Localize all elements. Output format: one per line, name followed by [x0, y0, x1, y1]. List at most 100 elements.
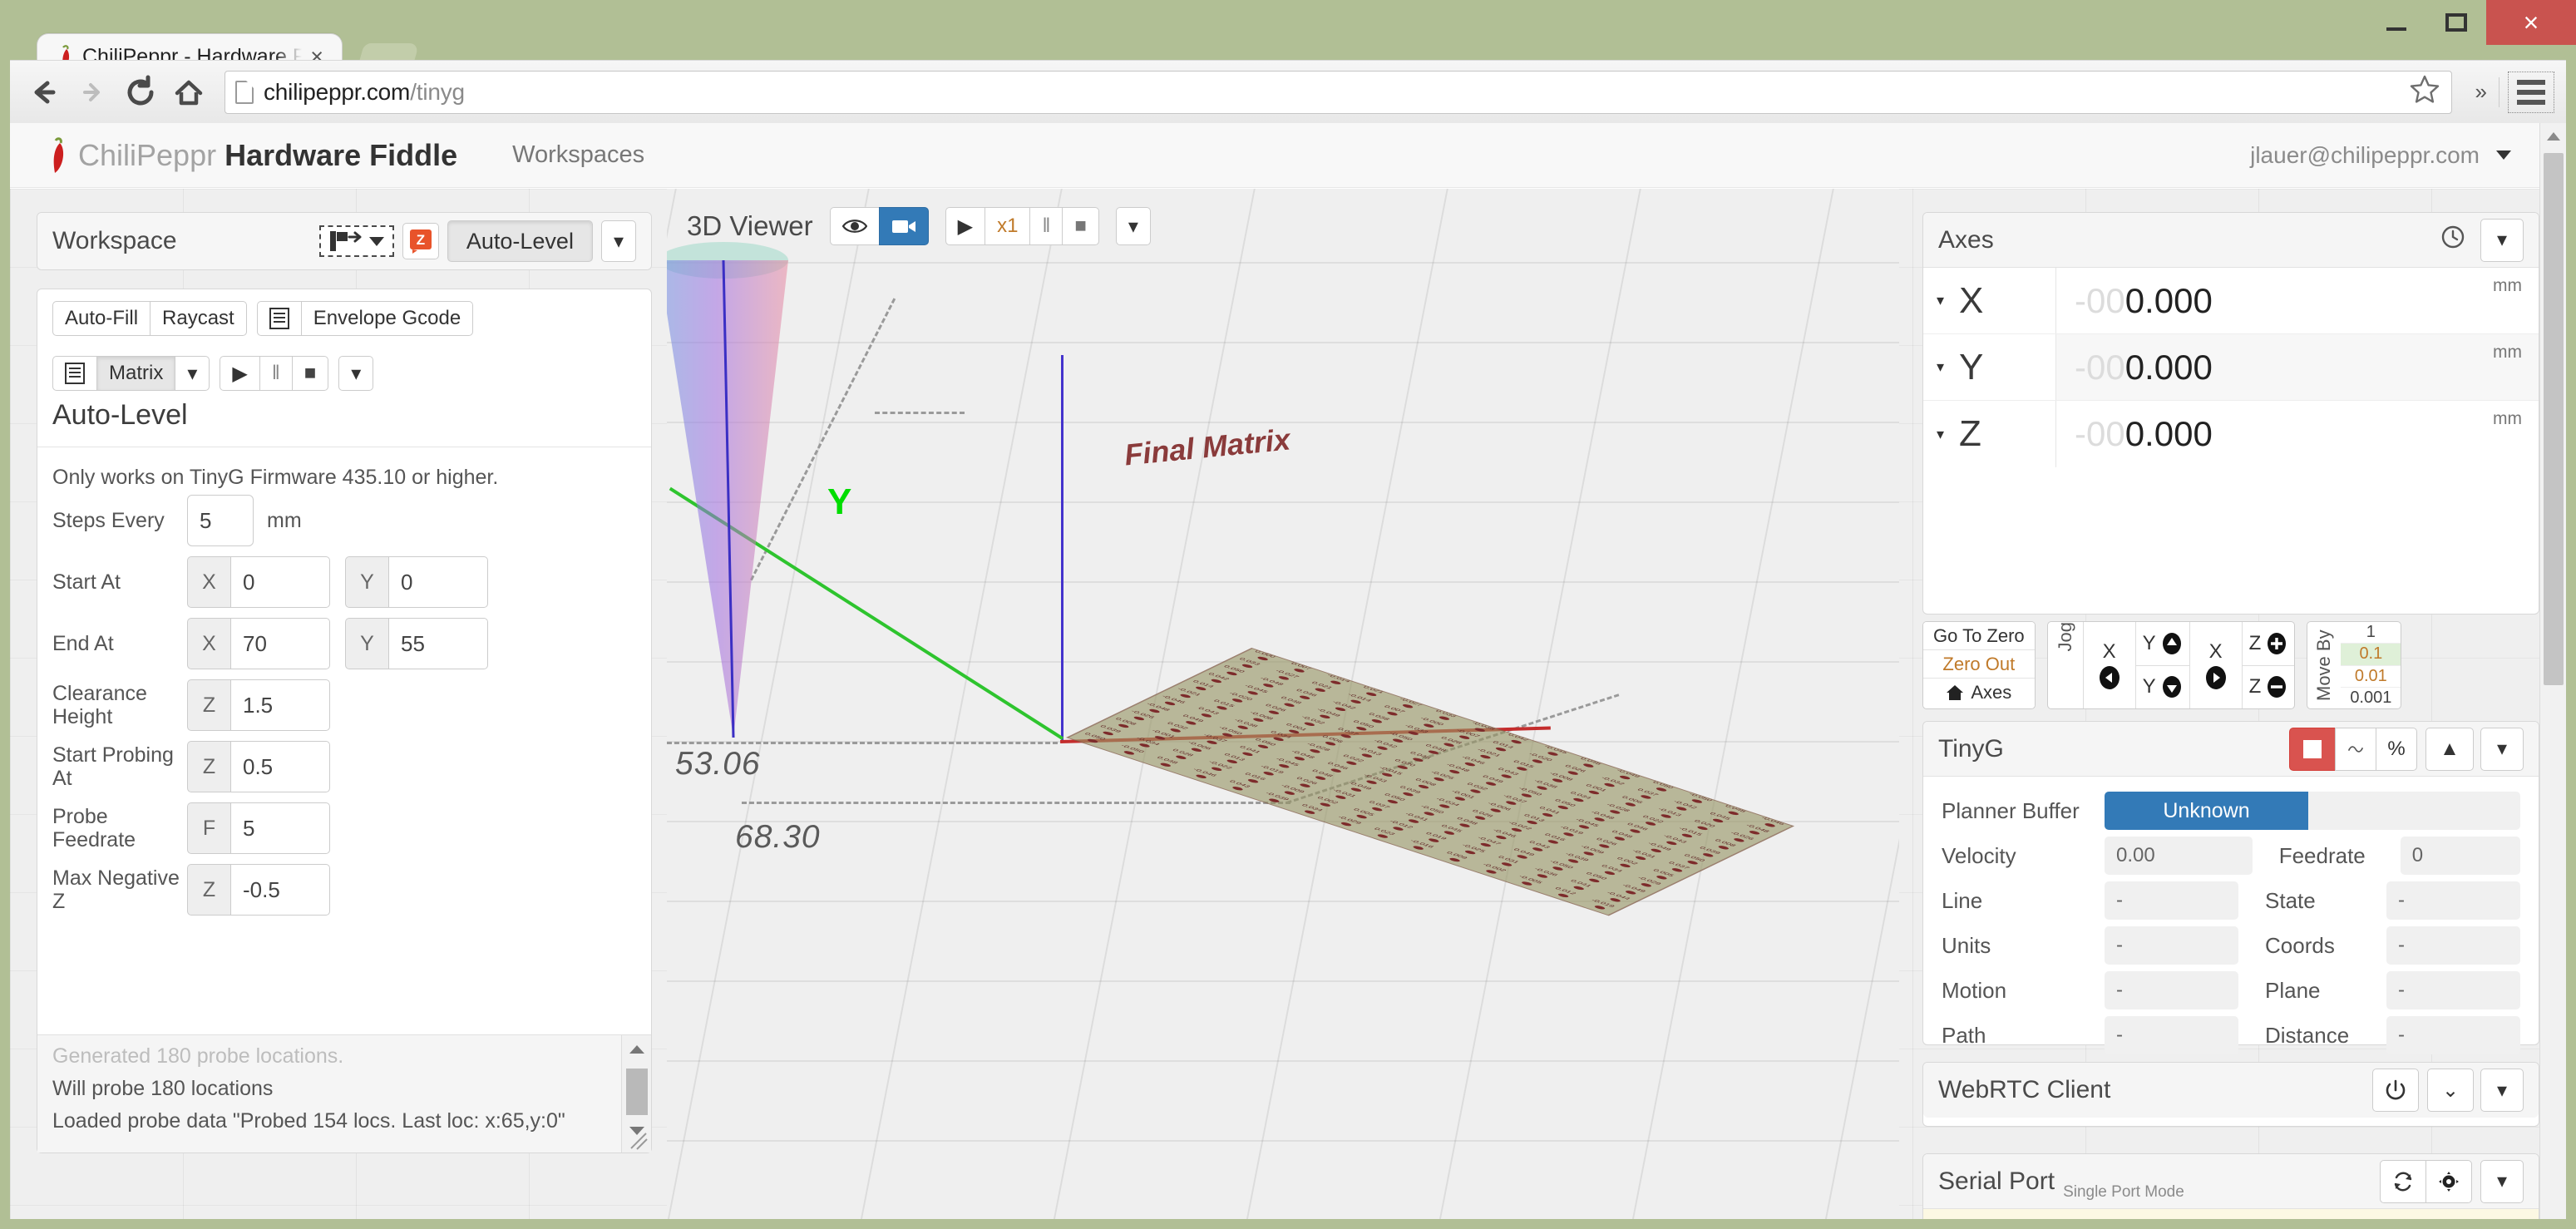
3d-viewer-canvas[interactable]: Y 0.000 0.007 -0.014 0.021 -0.027 0.033 -0.038…: [667, 189, 1899, 1219]
jog-x-plus-col: X: [2190, 622, 2243, 708]
autolevel-options-caret[interactable]: ▾: [338, 356, 374, 391]
autolevel-log-panel[interactable]: Generated 180 probe locations. Will prob…: [37, 1034, 651, 1152]
browser-menu-button[interactable]: [2508, 71, 2554, 113]
autolevel-log-scrollbar[interactable]: [621, 1035, 651, 1152]
workspace-current-button[interactable]: Auto-Level: [447, 220, 593, 262]
serial-settings-button[interactable]: [2425, 1159, 2472, 1203]
jog-y-minus-button[interactable]: Y: [2136, 666, 2189, 709]
axes-options-caret[interactable]: ▾: [2480, 218, 2524, 262]
tinyg-resume-button[interactable]: [2335, 727, 2376, 771]
toolbar-divider: [2499, 77, 2500, 107]
axis-z-name-cell[interactable]: ▾ Z: [1923, 401, 2056, 467]
serial-options-caret[interactable]: ▾: [2480, 1159, 2524, 1203]
jog-controls: Go To Zero Zero Out Axes Jog X Y Y X Z Z…: [1922, 621, 2539, 709]
envelope-gcode-button[interactable]: Envelope Gcode: [300, 301, 474, 336]
autolevel-toolbar: Auto-Fill Raycast Envelope Gcode Matrix …: [37, 289, 651, 391]
axis-x-name-cell[interactable]: ▾ X: [1923, 268, 2056, 333]
jog-z-minus-button[interactable]: Z: [2243, 666, 2295, 709]
scrollbar-thumb[interactable]: [626, 1069, 648, 1115]
jog-x-minus-button[interactable]: X: [2084, 622, 2135, 708]
page-scrollbar[interactable]: [2539, 123, 2566, 1219]
planner-buffer-label: Planner Buffer: [1942, 797, 2080, 823]
start-probing-at-input[interactable]: [230, 741, 330, 792]
tinyg-emergency-stop-button[interactable]: [2289, 727, 2336, 771]
webrtc-options-caret[interactable]: ▾: [2480, 1069, 2524, 1112]
auto-fill-button[interactable]: Auto-Fill: [52, 301, 151, 336]
forward-button[interactable]: [70, 70, 115, 115]
jog-z-plus-button[interactable]: Z: [2242, 622, 2295, 666]
tinyg-options-caret[interactable]: ▾: [2480, 727, 2524, 771]
move-by-option-0-001[interactable]: 0.001: [2341, 688, 2401, 708]
end-at-y-input[interactable]: [388, 618, 488, 669]
webrtc-collapse-button[interactable]: ⌄: [2427, 1069, 2474, 1112]
resize-handle-icon[interactable]: [628, 1130, 649, 1152]
jog-y-plus-button[interactable]: Y: [2135, 622, 2189, 666]
back-button[interactable]: [22, 70, 67, 115]
axis-y-name-cell[interactable]: ▾ Y: [1923, 334, 2056, 400]
chevron-down-icon[interactable]: ▾: [1937, 358, 1944, 376]
camera-toggle-button[interactable]: [878, 207, 929, 245]
home-axes-button[interactable]: Axes: [1923, 679, 2035, 707]
matrix-list-button[interactable]: [52, 356, 97, 391]
nav-item-workspaces[interactable]: Workspaces: [512, 141, 644, 169]
move-by-option-1[interactable]: 1: [2341, 622, 2401, 644]
page-scroll-up-button[interactable]: [2540, 123, 2566, 150]
home-button[interactable]: [166, 70, 211, 115]
steps-every-input[interactable]: [187, 495, 254, 546]
end-at-x-input[interactable]: [230, 618, 330, 669]
video-camera-icon: [891, 220, 915, 233]
serial-refresh-button[interactable]: [2380, 1159, 2426, 1203]
go-to-zero-button[interactable]: Go To Zero: [1923, 622, 2035, 650]
autolevel-stop-button[interactable]: ■: [291, 356, 329, 391]
matrix-button[interactable]: Matrix: [96, 356, 176, 391]
move-by-option-0-1[interactable]: 0.1: [2341, 644, 2401, 666]
envelope-list-button[interactable]: [256, 301, 302, 336]
raycast-button[interactable]: Raycast: [150, 301, 247, 336]
move-by-option-0-01[interactable]: 0.01: [2341, 666, 2401, 688]
matrix-caret-button[interactable]: ▾: [175, 356, 210, 391]
tinyg-collapse-button[interactable]: ▲: [2425, 727, 2474, 771]
tinyg-percent-button[interactable]: %: [2376, 727, 2417, 771]
list-icon: [269, 308, 289, 329]
workspace-export-button[interactable]: [318, 225, 394, 257]
toolbar-overflow-button[interactable]: »: [2464, 79, 2499, 105]
viewer-playback-group: ▶ x1 ‖ ■: [945, 207, 1099, 245]
tinyg-status-row: Line - State -: [1923, 878, 2539, 923]
clearance-height-input[interactable]: [230, 679, 330, 731]
jog-x-plus-button[interactable]: X: [2190, 622, 2242, 708]
page-document-icon: [235, 80, 254, 104]
probe-feedrate-input[interactable]: [230, 802, 330, 854]
browser-window: × ChiliPeppr - Hardware Fid × chilipeppr…: [0, 0, 2576, 1229]
viewer-pause-button[interactable]: ‖: [1029, 207, 1063, 245]
zero-out-button[interactable]: Zero Out: [1923, 650, 2035, 679]
app-brand[interactable]: ChiliPeppr Hardware Fiddle: [45, 136, 457, 174]
chevron-down-icon[interactable]: ▾: [1937, 426, 1944, 443]
autolevel-pause-button[interactable]: ‖: [259, 356, 293, 391]
page-scrollbar-thumb[interactable]: [2544, 153, 2564, 685]
workspace-caret-button[interactable]: ▾: [600, 220, 636, 262]
autolevel-play-button[interactable]: ▶: [220, 356, 260, 391]
eye-toggle-button[interactable]: [829, 207, 880, 245]
user-menu[interactable]: jlauer@chilipeppr.com: [2250, 142, 2511, 169]
webrtc-power-button[interactable]: [2372, 1069, 2419, 1112]
axis-x-value-cell[interactable]: -00 0.000 mm: [2056, 268, 2539, 333]
max-negative-z-input[interactable]: [230, 864, 330, 916]
zip-download-button[interactable]: Z: [402, 223, 439, 259]
viewer-stop-button[interactable]: ■: [1062, 207, 1099, 245]
start-at-y-input[interactable]: [388, 556, 488, 608]
viewer-play-button[interactable]: ▶: [945, 207, 986, 245]
start-at-x-input[interactable]: [230, 556, 330, 608]
axes-history-button[interactable]: [2440, 225, 2465, 255]
viewer-speed-button[interactable]: x1: [985, 207, 1031, 245]
scroll-up-button[interactable]: [622, 1035, 651, 1064]
viewer-options-caret[interactable]: ▾: [1115, 207, 1151, 245]
kv-label: Feedrate: [2278, 842, 2366, 868]
reload-button[interactable]: [118, 70, 163, 115]
address-bar[interactable]: chilipeppr.com/tinyg: [225, 70, 2452, 114]
axis-y-value-cell[interactable]: -00 0.000 mm: [2056, 334, 2539, 400]
bookmark-star-button[interactable]: [2408, 72, 2441, 111]
axis-row-z: ▾ Z -00 0.000 mm: [1923, 401, 2539, 467]
axis-z-value-cell[interactable]: -00 0.000 mm: [2056, 401, 2539, 467]
chevron-down-icon[interactable]: ▾: [1937, 292, 1944, 309]
kv-label: Velocity: [1942, 842, 2016, 868]
